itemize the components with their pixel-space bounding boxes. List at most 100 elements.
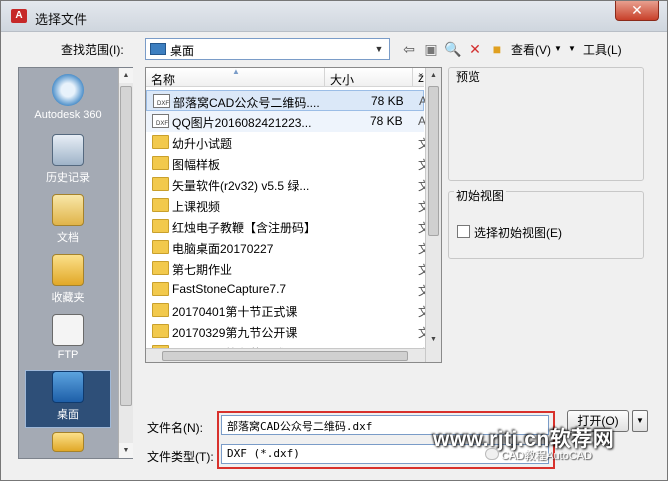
file-row[interactable]: FastStoneCapture7.7 文 <box>146 279 430 300</box>
dxf-file-icon: DXF <box>153 94 170 108</box>
scroll-down-icon[interactable]: ▼ <box>119 443 133 458</box>
file-name: 20170329第九节公开课 <box>172 326 298 340</box>
filename-label: 文件名(N): <box>147 421 203 435</box>
folder-icon <box>152 240 169 254</box>
lookin-dropdown[interactable]: 桌面 ▼ <box>145 38 390 60</box>
place-autodesk360[interactable]: Autodesk 360 <box>25 74 111 130</box>
folder-icon <box>152 198 169 212</box>
file-row[interactable]: 20170401第十节正式课文 <box>146 300 430 321</box>
column-header: ▲ 名称 大小 ž <box>146 68 424 87</box>
scroll-down-icon[interactable]: ▼ <box>426 332 441 348</box>
file-row[interactable]: 电脑桌面20170227 文 <box>146 237 430 258</box>
scroll-thumb[interactable] <box>428 86 439 236</box>
place-desktop[interactable]: 桌面 <box>25 370 111 428</box>
views-menu[interactable]: 查看(V) <box>511 41 551 58</box>
column-size[interactable]: 大小 <box>330 71 354 88</box>
initial-view-checkbox[interactable] <box>457 225 470 238</box>
place-label: 文档 <box>57 232 79 244</box>
horizontal-scrollbar[interactable] <box>146 348 425 362</box>
file-name: 图幅样板 <box>172 158 221 172</box>
place-ftp[interactable]: FTP <box>25 314 111 370</box>
up-folder-icon[interactable]: ▣ <box>421 39 441 59</box>
back-icon[interactable]: ⇦ <box>399 39 419 59</box>
initial-view-checkbox-label[interactable]: 选择初始视图(E) <box>474 224 562 241</box>
file-name: 20170401第十节正式课 <box>172 305 298 319</box>
file-row[interactable]: 红烛电子教鞭【含注册码】文 <box>146 216 430 237</box>
new-folder-icon[interactable]: ■ <box>487 39 507 59</box>
wechat-icon <box>485 448 499 460</box>
ftp-icon <box>52 314 84 346</box>
tools-menu[interactable]: 工具(L) <box>583 41 622 58</box>
file-name: 红烛电子教鞭【含注册码】 <box>172 221 317 235</box>
column-name[interactable]: 名称 <box>151 71 175 88</box>
dxf-file-icon: DXF <box>152 114 169 128</box>
autocad-app-icon: A <box>11 9 27 23</box>
vertical-scrollbar[interactable]: ▲ ▼ <box>425 68 441 362</box>
file-row[interactable]: 图幅样板文 <box>146 153 430 174</box>
place-more[interactable] <box>25 432 111 454</box>
close-button[interactable]: ✕ <box>615 1 659 21</box>
places-scrollbar[interactable]: ▲ ▼ <box>118 68 133 458</box>
place-label: 桌面 <box>57 409 79 421</box>
place-label: 收藏夹 <box>51 292 85 304</box>
place-label: Autodesk 360 <box>34 109 102 121</box>
file-row[interactable]: 幼升小试题文 <box>146 132 430 153</box>
file-row[interactable]: DXF 部落窝CAD公众号二维码.... 78 KB A <box>146 90 427 111</box>
watermark-sub: CAD教程AutoCAD <box>501 450 593 462</box>
file-row[interactable]: 20170329第九节公开课文 <box>146 321 430 342</box>
initial-view-label: 初始视图 <box>454 187 507 204</box>
file-row[interactable]: 第七期作业文 <box>146 258 430 279</box>
scroll-thumb[interactable] <box>162 351 408 361</box>
file-name: 幼升小试题 <box>172 137 233 151</box>
dialog-title: 选择文件 <box>35 12 88 27</box>
file-name: 矢量软件(r2v32) v5.5 绿... <box>172 179 310 193</box>
column-divider[interactable] <box>324 68 325 87</box>
favorites-icon <box>52 254 84 286</box>
lookin-value: 桌面 <box>170 44 195 58</box>
place-history[interactable]: 历史记录 <box>25 134 111 190</box>
delete-icon[interactable]: ✕ <box>465 39 485 59</box>
place-favorites[interactable]: 收藏夹 <box>25 254 111 310</box>
history-icon <box>52 134 84 166</box>
file-row[interactable]: 矢量软件(r2v32) v5.5 绿... 文 <box>146 174 430 195</box>
file-size: 78 KB <box>371 94 404 108</box>
folder-icon <box>152 324 169 338</box>
places-bar: Autodesk 360 历史记录 文档 收藏夹 FTP 桌面 ▲ ▼ <box>18 67 133 459</box>
views-chevron-down-icon[interactable]: ▼ <box>554 44 562 53</box>
desktop-icon <box>52 371 84 403</box>
file-name: 上课视频 <box>172 200 221 214</box>
title-bar: A 选择文件 ✕ <box>1 1 667 32</box>
tools-chevron-down-icon[interactable]: ▼ <box>568 44 576 53</box>
desktop-icon <box>150 43 166 55</box>
folder-icon <box>152 177 169 191</box>
file-name: QQ图片2016082421223... <box>172 116 312 130</box>
preview-label: 预览 <box>454 68 483 85</box>
lookin-label: 查找范围(I): <box>61 43 124 57</box>
file-size: 78 KB <box>370 114 403 128</box>
cloud-icon <box>52 74 84 106</box>
documents-icon <box>52 194 84 226</box>
folder-icon <box>152 135 169 149</box>
column-type[interactable]: ž <box>418 71 424 85</box>
column-divider[interactable] <box>412 68 413 87</box>
place-label: FTP <box>57 349 79 361</box>
folder-icon <box>152 219 169 233</box>
scroll-thumb[interactable] <box>120 86 132 406</box>
sort-indicator-icon: ▲ <box>232 67 240 76</box>
filetype-label: 文件类型(T): <box>147 450 214 464</box>
chevron-down-icon[interactable]: ▼ <box>371 41 387 57</box>
file-name: 电脑桌面20170227 <box>172 242 274 256</box>
folder-icon <box>152 156 169 170</box>
place-documents[interactable]: 文档 <box>25 194 111 250</box>
file-name: 部落窝CAD公众号二维码.... <box>173 96 320 110</box>
place-label: 历史记录 <box>46 172 90 184</box>
search-web-icon[interactable]: 🔍 <box>443 39 463 59</box>
folder-icon <box>152 261 169 275</box>
scroll-up-icon[interactable]: ▲ <box>119 68 133 83</box>
file-row[interactable]: DXF QQ图片2016082421223... 78 KB A <box>146 111 426 132</box>
file-row[interactable]: 上课视频文 <box>146 195 430 216</box>
scroll-up-icon[interactable]: ▲ <box>426 68 441 84</box>
file-rows: DXF 部落窝CAD公众号二维码.... 78 KB A DXF QQ图片20160824… <box>146 90 430 362</box>
file-list: ▲ 名称 大小 ž DXF 部落窝CAD公众号二维码.... 78 KB A DXF QQ… <box>145 67 442 363</box>
open-dropdown-chevron-down-icon[interactable]: ▼ <box>632 410 648 432</box>
